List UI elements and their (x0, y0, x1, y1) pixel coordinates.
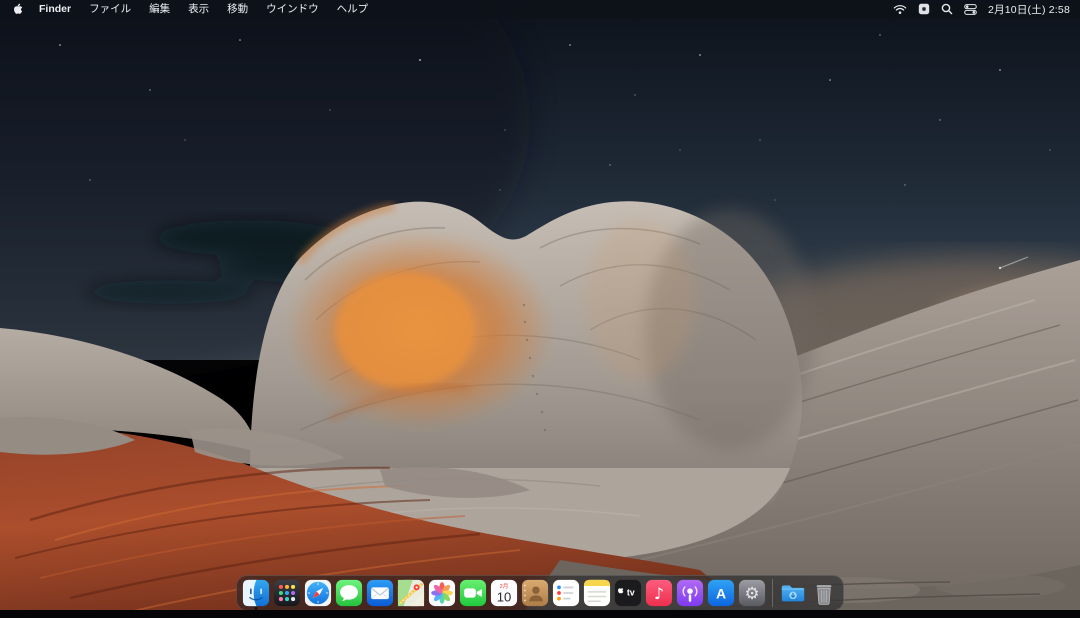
menu-help[interactable]: ヘルプ (328, 0, 378, 18)
dock-item-app-store[interactable]: A (707, 579, 735, 607)
menu-edit[interactable]: 編集 (140, 0, 179, 18)
app-store-a-glyph: A (716, 586, 726, 602)
safari-icon (304, 579, 332, 607)
downloads-folder-icon (779, 579, 807, 607)
tv-label: tv (627, 587, 635, 597)
dock-item-calendar[interactable]: 2月 10 (490, 579, 518, 607)
calendar-day-number: 10 (497, 589, 512, 604)
maps-icon (397, 579, 425, 607)
spotlight-icon[interactable] (941, 3, 953, 15)
dock-item-contacts[interactable] (521, 579, 549, 607)
apple-menu[interactable] (10, 3, 30, 16)
dock-item-finder[interactable] (242, 579, 270, 607)
photos-icon (428, 579, 456, 607)
menu-finder[interactable]: Finder (30, 0, 80, 18)
dock-item-photos[interactable] (428, 579, 456, 607)
gear-glyph: ⚙ (744, 583, 759, 603)
menu-view[interactable]: 表示 (179, 0, 218, 18)
notes-icon (583, 579, 611, 607)
menu-file[interactable]: ファイル (80, 0, 140, 18)
menu-bar: Finder ファイル 編集 表示 移動 ウインドウ ヘルプ (0, 0, 1080, 18)
app-store-icon: A (707, 579, 735, 607)
menu-bar-clock[interactable]: 2月10日(土) 2:58 (988, 2, 1070, 17)
desktop-wallpaper (0, 0, 1080, 618)
input-source-icon[interactable] (918, 3, 930, 15)
finder-icon (242, 579, 270, 607)
wifi-icon[interactable] (893, 4, 907, 15)
messages-icon (335, 579, 363, 607)
dock-item-notes[interactable] (583, 579, 611, 607)
dock: 2月 10 (236, 575, 844, 611)
dock-item-launchpad[interactable] (273, 579, 301, 607)
contacts-icon (521, 579, 549, 607)
settings-gear-icon: ⚙ (738, 579, 766, 607)
dock-item-tv[interactable]: tv (614, 579, 642, 607)
mail-icon (366, 579, 394, 607)
dock-item-messages[interactable] (335, 579, 363, 607)
menu-window[interactable]: ウインドウ (257, 0, 328, 18)
apple-logo-icon (12, 3, 23, 16)
music-note-glyph: ♪ (654, 584, 664, 603)
trash-icon (810, 579, 838, 607)
menu-bar-left: Finder ファイル 編集 表示 移動 ウインドウ ヘルプ (10, 0, 377, 18)
calendar-icon: 2月 10 (490, 579, 518, 607)
dock-item-settings[interactable]: ⚙ (738, 579, 766, 607)
dock-item-reminders[interactable] (552, 579, 580, 607)
dock-item-mail[interactable] (366, 579, 394, 607)
menu-go[interactable]: 移動 (218, 0, 257, 18)
launchpad-icon (273, 579, 301, 607)
dock-item-maps[interactable] (397, 579, 425, 607)
dock-divider (772, 579, 773, 607)
dock-item-music[interactable]: ♪ (645, 579, 673, 607)
dock-item-safari[interactable] (304, 579, 332, 607)
screen-bottom-letterbox (0, 610, 1080, 618)
dock-item-podcasts[interactable] (676, 579, 704, 607)
music-icon: ♪ (645, 579, 673, 607)
facetime-icon (459, 579, 487, 607)
podcasts-icon (676, 579, 704, 607)
menu-bar-status: 2月10日(土) 2:58 (893, 2, 1070, 17)
dock-item-trash[interactable] (810, 579, 838, 607)
dock-item-downloads-folder[interactable] (779, 579, 807, 607)
apple-tv-icon: tv (614, 579, 642, 607)
control-center-icon[interactable] (964, 4, 977, 15)
reminders-icon (552, 579, 580, 607)
dock-item-facetime[interactable] (459, 579, 487, 607)
